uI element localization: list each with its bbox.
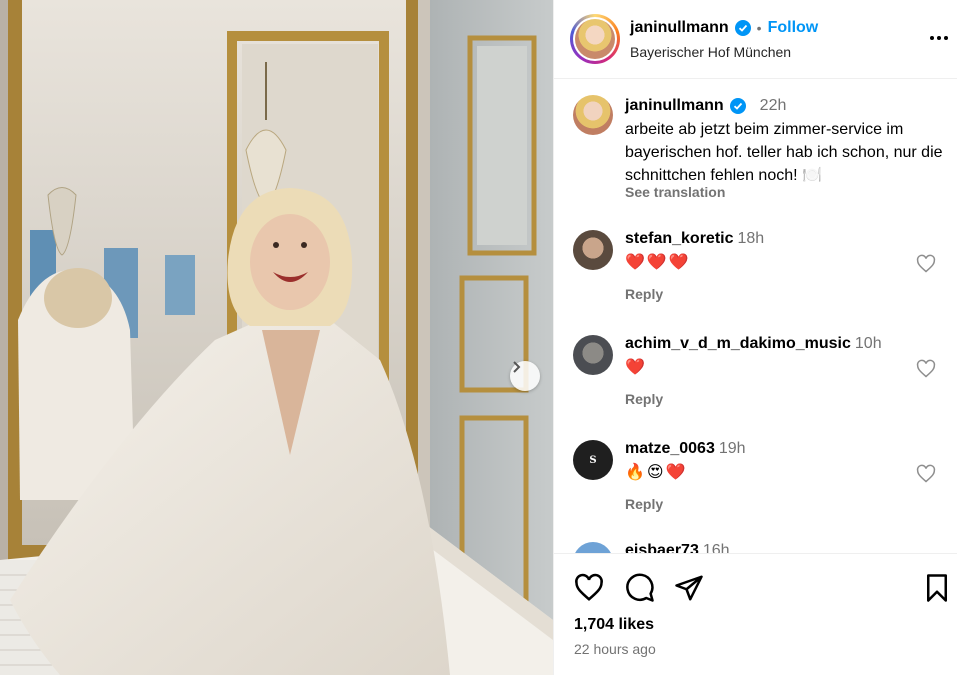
comment-username[interactable]: eisbaer73 [625,542,699,553]
likes-count[interactable]: 1,704 likes [574,616,654,634]
comment-row: eisbaer73 16h [554,542,957,553]
separator-dot: • [756,20,762,36]
post-time: 22 hours ago [574,641,656,657]
author-username[interactable]: janinullmann [630,19,729,37]
caption-username[interactable]: janinullmann [625,97,724,115]
bookmark-icon[interactable] [922,573,952,603]
caption-user-row: janinullmann 22h [625,97,786,115]
heart-icon[interactable] [916,254,936,274]
comment-row: stefan_koretic 18h ❤️❤️❤️ Reply [554,230,957,335]
commenter-avatar[interactable] [573,335,613,375]
heart-icon[interactable] [574,573,604,603]
heart-icon[interactable] [916,359,936,379]
comment-text: ❤️❤️❤️ [625,254,691,271]
heart-icon[interactable] [916,464,936,484]
comments-list[interactable]: janinullmann 22h arbeite ab jetzt beim z… [554,80,957,553]
comment-row: achim_v_d_m_dakimo_music 10h ❤️ Reply [554,335,957,440]
post-header: janinullmann • Follow Bayerischer Hof Mü… [554,0,957,79]
more-options-icon[interactable] [928,28,950,48]
next-photo-button[interactable] [510,361,540,391]
chevron-right-icon [513,361,521,373]
comment-time: 18h [737,230,765,247]
verified-badge-icon [734,20,751,36]
verified-badge-icon [729,98,746,114]
comment-text: ❤️ [625,359,647,376]
post-actions: 1,704 likes 22 hours ago [554,553,957,675]
comment-time: 19h [718,440,746,457]
comment-username[interactable]: stefan_koretic [625,230,734,247]
author-avatar[interactable] [570,14,620,64]
commenter-avatar[interactable] [573,230,613,270]
caption-text: arbeite ab jetzt beim zimmer-service im … [625,121,943,184]
see-translation-link[interactable]: See translation [625,184,725,200]
comment-row: S matze_0063 19h 🔥😍❤️ Reply [554,440,957,545]
comment-username[interactable]: matze_0063 [625,440,715,457]
commenter-avatar[interactable]: S [573,440,613,480]
post-sidebar: janinullmann • Follow Bayerischer Hof Mü… [553,0,957,675]
comment-icon[interactable] [625,573,655,603]
commenter-avatar[interactable] [573,542,613,553]
reply-button[interactable]: Reply [625,286,663,302]
caption-avatar[interactable] [573,95,613,135]
comment-username[interactable]: achim_v_d_m_dakimo_music [625,335,851,352]
author-name-row: janinullmann • Follow [630,19,818,37]
post-location[interactable]: Bayerischer Hof München [630,44,791,60]
share-icon[interactable] [674,573,704,603]
comment-time: 16h [702,542,730,553]
caption-time: 22h [759,97,787,114]
follow-button[interactable]: Follow [768,19,819,37]
reply-button[interactable]: Reply [625,391,663,407]
reply-button[interactable]: Reply [625,496,663,512]
photo-illustration [0,0,553,675]
post-photo[interactable] [0,0,553,675]
comment-text: 🔥😍❤️ [625,464,688,481]
comment-time: 10h [854,335,882,352]
